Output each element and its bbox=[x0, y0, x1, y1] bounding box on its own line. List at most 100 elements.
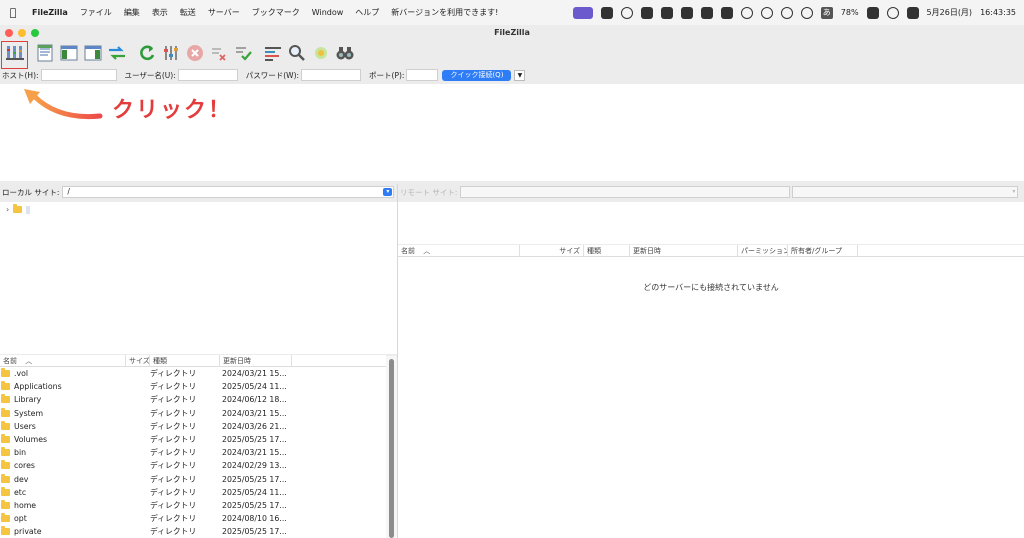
quickconnect-button[interactable]: クイック接続(Q) bbox=[442, 69, 512, 81]
local-col-size[interactable]: サイズ bbox=[126, 354, 150, 367]
pane-divider[interactable] bbox=[397, 184, 398, 538]
quickconnect-bar: ホスト(H): ユーザー名(U): パスワード(W): ポート(P): クイック… bbox=[0, 67, 1024, 83]
remote-path-input[interactable] bbox=[460, 186, 791, 198]
binoculars-icon bbox=[336, 47, 354, 60]
cancel-button[interactable] bbox=[184, 42, 206, 64]
directory-compare-button[interactable] bbox=[262, 42, 284, 64]
local-tree-panel[interactable] bbox=[0, 202, 397, 354]
refresh-icon bbox=[140, 45, 155, 61]
table-row[interactable]: Users ディレクトリ 2024/03/26 21... bbox=[0, 420, 386, 433]
battery-percent[interactable]: 78% bbox=[841, 8, 859, 17]
hash-icon[interactable] bbox=[680, 6, 693, 19]
file-type: ディレクトリ bbox=[150, 527, 197, 537]
local-tree-root[interactable]: › bbox=[6, 204, 31, 214]
sync-browse-button[interactable] bbox=[310, 42, 332, 64]
table-row[interactable]: .vol ディレクトリ 2024/03/21 15... bbox=[0, 367, 386, 380]
username-input[interactable] bbox=[177, 69, 238, 81]
reconnect-icon bbox=[236, 47, 252, 61]
menubar-time[interactable]: 16:43:35 bbox=[980, 8, 1016, 17]
chevron-right-icon[interactable]: › bbox=[6, 205, 9, 214]
table-row[interactable]: System ディレクトリ 2024/03/21 15... bbox=[0, 407, 386, 420]
remote-col-size[interactable]: サイズ bbox=[520, 244, 584, 257]
zoom-window-button[interactable] bbox=[31, 29, 39, 37]
disconnect-button[interactable] bbox=[208, 42, 230, 64]
dropbox-icon[interactable] bbox=[700, 6, 713, 19]
transfer-queue-button[interactable] bbox=[106, 42, 128, 64]
notes-icon[interactable] bbox=[660, 6, 673, 19]
site-manager-highlight-box bbox=[1, 41, 28, 69]
file-name: cores bbox=[14, 461, 35, 471]
menu-transfer[interactable]: 転送 bbox=[174, 7, 202, 18]
apple-icon[interactable]:  bbox=[0, 6, 26, 19]
remote-col-type[interactable]: 種類 bbox=[584, 244, 630, 257]
password-input[interactable] bbox=[301, 69, 362, 81]
port-input[interactable] bbox=[406, 69, 439, 81]
menu-edit[interactable]: 編集 bbox=[118, 7, 146, 18]
folder-icon bbox=[1, 473, 10, 483]
refresh-button[interactable] bbox=[136, 42, 158, 64]
clipboard-icon[interactable] bbox=[640, 6, 653, 19]
table-row[interactable]: etc ディレクトリ 2025/05/24 11... bbox=[0, 486, 386, 499]
search-icon[interactable] bbox=[886, 6, 899, 19]
app-tray-icon[interactable] bbox=[600, 6, 613, 19]
menu-bookmarks[interactable]: ブックマーク bbox=[246, 7, 306, 18]
remote-file-list[interactable] bbox=[398, 257, 1024, 538]
file-type: ディレクトリ bbox=[150, 448, 197, 458]
local-col-date[interactable]: 更新日時 bbox=[220, 354, 292, 367]
play-icon[interactable] bbox=[800, 6, 813, 19]
remote-col-date[interactable]: 更新日時 bbox=[630, 244, 738, 257]
reconnect-button[interactable] bbox=[232, 42, 254, 64]
menu-help[interactable]: ヘルプ bbox=[349, 7, 385, 18]
remote-col-name[interactable]: 名前 ︿ bbox=[398, 244, 520, 257]
grid-icon[interactable] bbox=[720, 6, 733, 19]
screen-icon[interactable] bbox=[572, 6, 593, 19]
table-row[interactable]: opt ディレクトリ 2024/08/10 16... bbox=[0, 512, 386, 525]
table-row[interactable]: Library ディレクトリ 2024/06/12 18... bbox=[0, 393, 386, 406]
remote-col-permissions[interactable]: パーミッション bbox=[738, 244, 788, 257]
local-path-dropdown-icon[interactable]: ▾ bbox=[383, 188, 393, 196]
local-col-name[interactable]: 名前 ︿ bbox=[0, 354, 126, 367]
wifi-icon[interactable] bbox=[866, 6, 879, 19]
menu-window[interactable]: Window bbox=[306, 8, 350, 17]
menu-app-name[interactable]: FileZilla bbox=[26, 8, 74, 17]
folder-icon bbox=[1, 394, 10, 404]
local-tree-button[interactable] bbox=[58, 42, 80, 64]
control-center-icon[interactable] bbox=[906, 6, 919, 19]
remote-path-dropdown[interactable]: ▾ bbox=[792, 186, 1019, 198]
timer-icon[interactable] bbox=[780, 6, 793, 19]
local-col-type[interactable]: 種類 bbox=[150, 354, 220, 367]
table-row[interactable]: home ディレクトリ 2025/05/25 17... bbox=[0, 499, 386, 512]
menubar-date[interactable]: 5月26日(月) bbox=[927, 7, 973, 18]
file-date: 2024/03/26 21... bbox=[222, 421, 287, 431]
minimize-window-button[interactable] bbox=[18, 29, 26, 37]
table-row[interactable]: bin ディレクトリ 2024/03/21 15... bbox=[0, 446, 386, 459]
table-row[interactable]: cores ディレクトリ 2024/02/29 13... bbox=[0, 459, 386, 472]
message-log-button[interactable] bbox=[34, 42, 56, 64]
local-path-input[interactable]: / ▾ bbox=[62, 186, 395, 198]
close-window-button[interactable] bbox=[5, 29, 13, 37]
ime-icon[interactable]: あ bbox=[820, 6, 833, 19]
host-input[interactable] bbox=[40, 69, 117, 81]
bluetooth-icon[interactable] bbox=[760, 6, 773, 19]
filter-button[interactable] bbox=[160, 42, 182, 64]
table-row[interactable]: private ディレクトリ 2025/05/25 17... bbox=[0, 525, 386, 538]
file-name-cell: etc bbox=[0, 486, 130, 497]
find-files-button[interactable] bbox=[334, 42, 356, 64]
menu-view[interactable]: 表示 bbox=[146, 7, 174, 18]
file-name: bin bbox=[14, 448, 27, 458]
local-scrollbar-thumb[interactable] bbox=[389, 359, 394, 538]
table-row[interactable]: Applications ディレクトリ 2025/05/24 11... bbox=[0, 380, 386, 393]
menu-server[interactable]: サーバー bbox=[202, 7, 246, 18]
menu-new-version[interactable]: 新バージョンを利用できます! bbox=[385, 7, 504, 18]
chevron-down-icon: ▾ bbox=[1012, 188, 1016, 195]
circle-tray-icon[interactable] bbox=[620, 6, 633, 19]
remote-col-owner[interactable]: 所有者/グループ bbox=[788, 244, 858, 257]
quickconnect-dropdown[interactable]: ▼ bbox=[514, 69, 526, 81]
table-row[interactable]: dev ディレクトリ 2025/05/25 17... bbox=[0, 473, 386, 486]
remote-tree-panel[interactable] bbox=[398, 202, 1024, 244]
remote-tree-button[interactable] bbox=[82, 42, 104, 64]
gear-icon[interactable] bbox=[740, 6, 753, 19]
menu-file[interactable]: ファイル bbox=[74, 7, 118, 18]
search-files-button[interactable] bbox=[286, 42, 308, 64]
table-row[interactable]: Volumes ディレクトリ 2025/05/25 17... bbox=[0, 433, 386, 446]
